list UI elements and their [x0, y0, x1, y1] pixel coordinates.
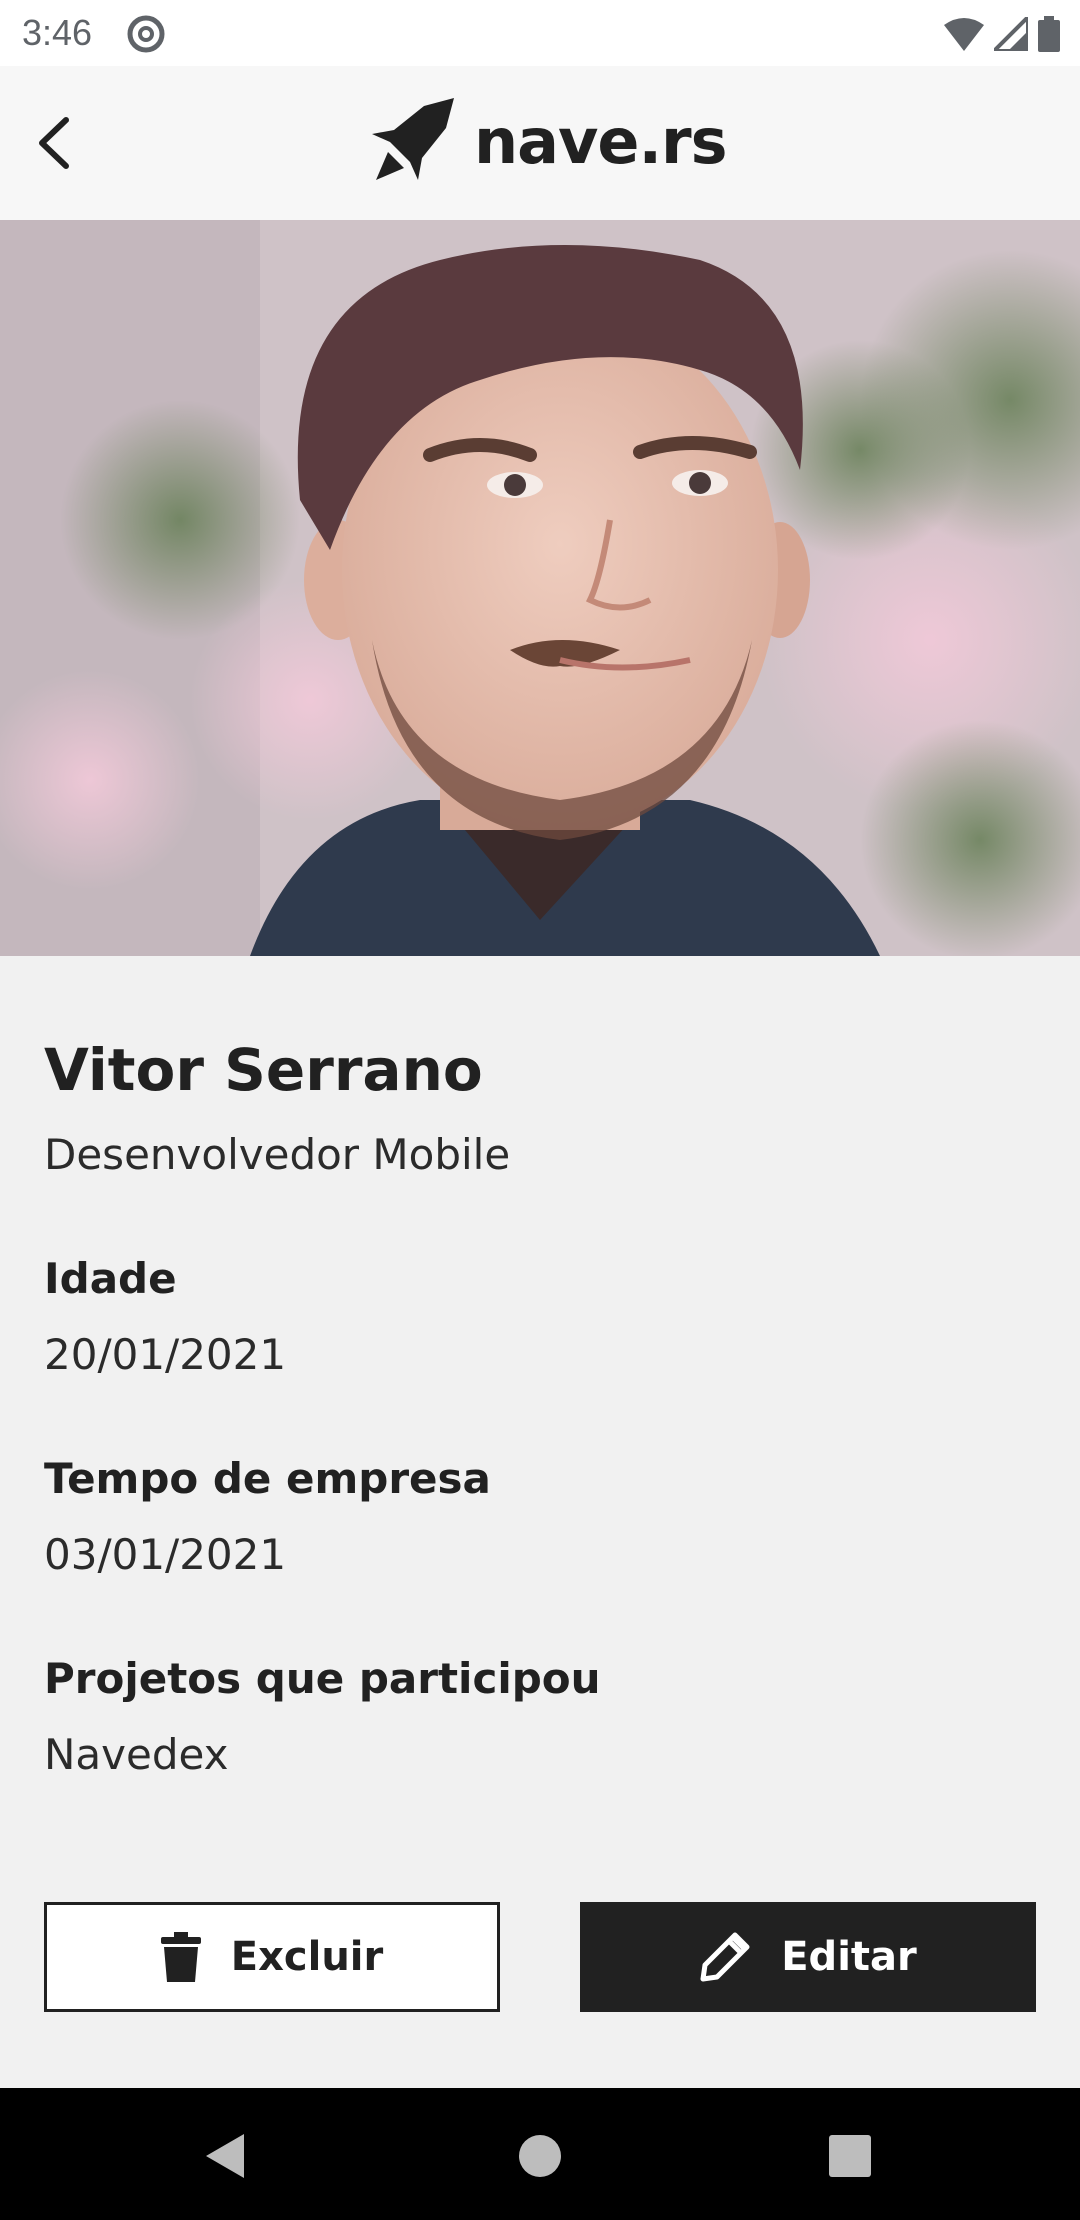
battery-icon — [1038, 16, 1060, 52]
system-navigation-bar — [0, 2088, 1080, 2220]
app-logo: nave.rs — [366, 96, 727, 186]
delete-button-label: Excluir — [230, 1934, 384, 1980]
profile-photo — [0, 220, 1080, 956]
field-label: Projetos que participou — [44, 1654, 601, 1703]
logo-text: nave.rs — [474, 104, 727, 178]
status-bar: 3:46 — [0, 0, 1080, 66]
edit-button[interactable]: Editar — [580, 1902, 1036, 2012]
profile-role: Desenvolvedor Mobile — [44, 1130, 511, 1179]
pencil-icon — [700, 1932, 750, 1982]
wifi-icon — [944, 18, 984, 51]
profile-details: Vitor Serrano Desenvolvedor Mobile Idade… — [44, 1030, 1034, 1782]
app-bar: nave.rs — [0, 66, 1080, 221]
trash-icon — [160, 1932, 201, 1982]
profile-photo-illustration — [0, 220, 1080, 956]
field-value: 03/01/2021 — [44, 1530, 287, 1579]
status-icons — [944, 14, 1060, 54]
chevron-left-icon[interactable] — [22, 110, 88, 176]
nav-home-icon[interactable] — [510, 2126, 570, 2186]
field-label: Idade — [44, 1254, 177, 1303]
field-projects: Projetos que participou Navedex — [44, 1652, 1034, 1782]
field-company-time: Tempo de empresa 03/01/2021 — [44, 1452, 1034, 1582]
delete-button[interactable]: Excluir — [44, 1902, 500, 2012]
field-value: Navedex — [44, 1730, 229, 1779]
status-time: 3:46 — [22, 12, 93, 53]
nav-back-icon[interactable] — [196, 2126, 256, 2186]
field-label: Tempo de empresa — [44, 1454, 491, 1503]
cellular-signal-icon — [994, 17, 1028, 51]
action-buttons: Excluir Editar — [44, 1902, 1036, 2012]
edit-button-label: Editar — [781, 1934, 917, 1980]
at-sign-icon — [127, 15, 165, 53]
nav-recents-icon[interactable] — [820, 2126, 880, 2186]
profile-name: Vitor Serrano — [44, 1036, 483, 1104]
field-age: Idade 20/01/2021 — [44, 1252, 1034, 1382]
field-value: 20/01/2021 — [44, 1330, 287, 1379]
rocket-icon — [372, 98, 454, 180]
